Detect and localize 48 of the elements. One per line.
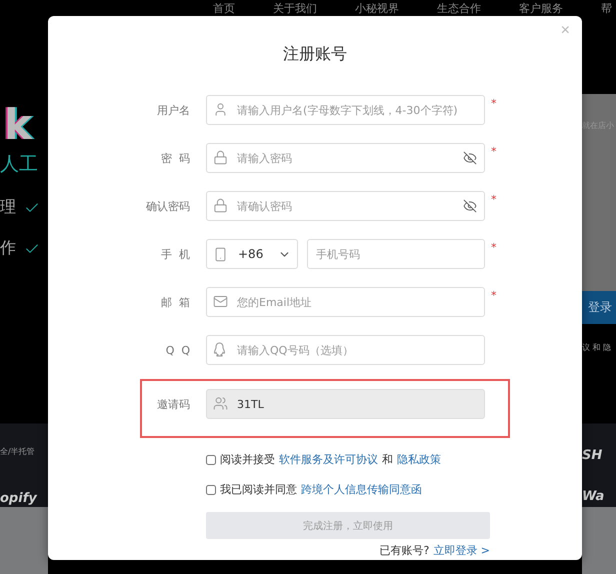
field-label: 用户名	[156, 102, 190, 118]
agreement-link[interactable]: 跨境个人信息传输同意函	[301, 482, 422, 497]
backdrop-text: 人工	[0, 152, 39, 177]
agreement-text: 阅读并接受	[220, 452, 275, 467]
field-label: 确认密码	[145, 198, 190, 214]
login-prompt: 已有账号?	[379, 543, 430, 558]
eye-off-icon[interactable]	[463, 151, 477, 165]
agreement-text: 我已阅读并同意	[220, 482, 297, 497]
required-mark: *	[491, 289, 496, 302]
input-field[interactable]: 请输入用户名(字母数字下划线，4-30个字符)	[206, 95, 485, 125]
field-label: 手 机	[160, 246, 190, 262]
backdrop-text: 理	[0, 197, 16, 218]
backdrop-text: 作	[0, 238, 16, 259]
input-field[interactable]: 请输入QQ号码（选填）	[206, 335, 485, 365]
agree-checkbox[interactable]	[206, 484, 216, 494]
backdrop-text: Wa	[582, 489, 606, 504]
agreement-link[interactable]: 软件服务及许可协议	[279, 452, 378, 467]
password-field[interactable]: 请输入密码	[206, 143, 485, 173]
dialog-title: 注册账号	[283, 44, 347, 65]
lock-icon	[213, 198, 228, 213]
agreement-link[interactable]: 隐私政策	[397, 452, 441, 467]
field-label: 密 码	[160, 150, 190, 166]
login-link[interactable]: 立即登录 >	[433, 543, 490, 558]
backdrop-text: 全/半托管	[0, 446, 36, 457]
backdrop-text: SH	[582, 448, 604, 463]
phone-field[interactable]: 手机号码	[307, 239, 485, 269]
backdrop-text: k	[4, 100, 34, 149]
agree-checkbox[interactable]	[206, 454, 216, 464]
field-label: 邀请码	[156, 396, 190, 412]
required-mark: *	[491, 193, 496, 206]
penguin-icon	[213, 342, 226, 357]
field-label: 邮 箱	[160, 294, 190, 310]
lock-icon	[213, 150, 228, 165]
field-label: Q Q	[164, 344, 190, 356]
required-mark: *	[491, 145, 496, 158]
phone-icon	[213, 246, 228, 262]
agreement-text: 和	[382, 452, 393, 467]
input-field[interactable]: 您的Email地址	[206, 287, 485, 317]
backdrop-text: 议 和 隐	[582, 342, 612, 353]
users-icon	[213, 396, 228, 411]
user-icon	[213, 102, 228, 117]
country-code-select[interactable]: +86	[206, 239, 298, 269]
backdrop-text: opify	[0, 491, 38, 506]
required-mark: *	[491, 241, 496, 254]
mail-icon	[213, 294, 228, 309]
eye-off-icon[interactable]	[463, 199, 477, 213]
required-mark: *	[491, 97, 496, 110]
password-field[interactable]: 请确认密码	[206, 191, 485, 221]
